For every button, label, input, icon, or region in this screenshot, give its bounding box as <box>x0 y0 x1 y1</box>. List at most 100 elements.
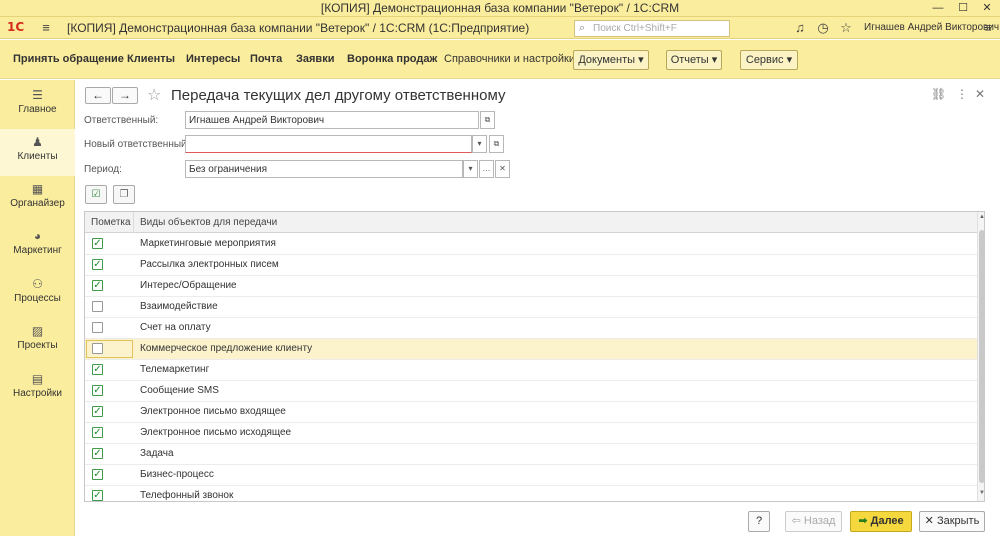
section-mail[interactable]: Почта <box>250 53 282 65</box>
row-label: Счет на оплату <box>140 322 211 333</box>
sidebar-item-marketing[interactable]: ◕ Маркетинг <box>0 223 75 270</box>
section-requests[interactable]: Заявки <box>296 53 334 65</box>
row-checkbox[interactable] <box>92 301 103 312</box>
clients-icon: ♟ <box>32 135 43 149</box>
row-checkbox[interactable]: ✓ <box>92 238 103 249</box>
sidebar-item-clients[interactable]: ♟ Клиенты <box>0 129 75 176</box>
table-scrollbar[interactable]: ▲ ▼ <box>977 212 984 501</box>
row-checkbox[interactable]: ✓ <box>92 427 103 438</box>
sidebar-item-label: Главное <box>18 104 57 115</box>
table-row[interactable]: ✓ Рассылка электронных писем <box>85 255 977 276</box>
sidebar-item-main[interactable]: ☰ Главное <box>0 82 75 129</box>
table-row[interactable]: Коммерческое предложение клиенту <box>85 339 977 360</box>
sidebar: ☰ Главное ♟ Клиенты ▦ Органайзер ◕ Марке… <box>0 80 75 536</box>
back-button-label: Назад <box>803 515 836 527</box>
scroll-up-icon[interactable]: ▲ <box>978 214 984 220</box>
section-accept-request[interactable]: Принять обращение <box>13 53 124 65</box>
service-dropdown[interactable]: Сервис ▾ <box>740 50 798 70</box>
period-field[interactable]: Без ограничения ▾ … ✕ <box>185 160 510 178</box>
close-form-icon[interactable]: ✕ <box>975 87 985 101</box>
more-icon[interactable]: ≡ <box>980 20 996 36</box>
dropdown-chevron-icon[interactable]: ▾ <box>463 160 478 178</box>
current-user[interactable]: Игнашев Андрей Викторович <box>864 22 999 33</box>
next-button[interactable]: ➡ Далее <box>850 511 912 532</box>
link-icon[interactable]: ⛓ <box>931 87 946 101</box>
more-actions-icon[interactable]: ⋮ <box>956 87 968 101</box>
bell-icon[interactable]: ♫ <box>792 20 808 36</box>
section-references[interactable]: Справочники и настройки <box>444 53 575 65</box>
search-icon: ⌕ <box>579 22 586 34</box>
section-clients[interactable]: Клиенты <box>127 53 175 65</box>
close-window-button[interactable]: ✕ <box>976 0 998 16</box>
scroll-down-icon[interactable]: ▼ <box>978 490 984 496</box>
period-label: Период: <box>84 164 122 175</box>
next-button-label: Далее <box>870 515 904 527</box>
sidebar-item-projects[interactable]: ▨ Проекты <box>0 318 75 365</box>
documents-dropdown[interactable]: Документы ▾ <box>573 50 649 70</box>
section-sales-funnel[interactable]: Воронка продаж <box>347 53 437 65</box>
forward-nav-button[interactable]: → <box>112 87 138 104</box>
row-checkbox[interactable]: ✓ <box>92 259 103 270</box>
row-checkbox[interactable]: ✓ <box>92 490 103 501</box>
search-input[interactable]: ⌕ Поиск Ctrl+Shift+F <box>574 20 730 37</box>
help-button[interactable]: ? <box>748 511 770 532</box>
row-checkbox[interactable]: ✓ <box>92 385 103 396</box>
app-title: [КОПИЯ] Демонстрационная база компании "… <box>67 21 530 35</box>
column-header-mark[interactable]: Пометка <box>85 212 134 233</box>
table-row[interactable]: ✓ Электронное письмо исходящее <box>85 423 977 444</box>
row-label: Бизнес-процесс <box>140 469 214 480</box>
sidebar-item-organizer[interactable]: ▦ Органайзер <box>0 176 75 223</box>
section-interests[interactable]: Интересы <box>186 53 240 65</box>
favorite-star-icon[interactable]: ☆ <box>147 85 161 105</box>
ellipsis-icon[interactable]: … <box>479 160 494 178</box>
clear-icon[interactable]: ✕ <box>495 160 510 178</box>
table-row[interactable]: ✓ Маркетинговые мероприятия <box>85 234 977 255</box>
new-responsible-field[interactable]: ▾ ⧉ <box>185 135 504 153</box>
star-icon[interactable]: ☆ <box>838 20 854 36</box>
menu-icon[interactable]: ≡ <box>38 20 54 36</box>
history-icon[interactable]: ◷ <box>815 20 831 36</box>
scrollbar-thumb[interactable] <box>979 230 984 483</box>
check-all-button[interactable]: ☑ <box>85 185 107 204</box>
uncheck-all-button[interactable]: ❐ <box>113 185 135 204</box>
close-button[interactable]: ✕ Закрыть <box>919 511 985 532</box>
responsible-label: Ответственный: <box>84 115 159 126</box>
table-row[interactable]: ✓ Электронное письмо входящее <box>85 402 977 423</box>
table-row[interactable]: ✓ Телемаркетинг <box>85 360 977 381</box>
open-icon[interactable]: ⧉ <box>489 135 504 153</box>
table-row[interactable]: ✓ Телефонный звонок <box>85 486 977 501</box>
sidebar-item-label: Маркетинг <box>13 245 62 256</box>
close-button-label: Закрыть <box>936 515 980 527</box>
row-checkbox[interactable] <box>92 343 103 354</box>
column-header-object-types[interactable]: Виды объектов для передачи <box>134 212 977 233</box>
table-row[interactable]: ✓ Бизнес-процесс <box>85 465 977 486</box>
sidebar-item-processes[interactable]: ⚇ Процессы <box>0 271 75 318</box>
row-checkbox[interactable]: ✓ <box>92 469 103 480</box>
row-checkbox[interactable]: ✓ <box>92 406 103 417</box>
dropdown-chevron-icon[interactable]: ▾ <box>472 135 487 153</box>
responsible-field[interactable]: Игнашев Андрей Викторович ⧉ <box>185 111 495 129</box>
table-row[interactable]: ✓ Задача <box>85 444 977 465</box>
row-label: Рассылка электронных писем <box>140 259 279 270</box>
open-icon[interactable]: ⧉ <box>480 111 495 129</box>
table-row[interactable]: Взаимодействие <box>85 297 977 318</box>
row-checkbox[interactable]: ✓ <box>92 448 103 459</box>
maximize-button[interactable]: ☐ <box>952 0 974 16</box>
row-checkbox[interactable]: ✓ <box>92 364 103 375</box>
row-label: Коммерческое предложение клиенту <box>140 343 313 354</box>
row-checkbox[interactable]: ✓ <box>92 280 103 291</box>
reports-dropdown[interactable]: Отчеты ▾ <box>666 50 722 70</box>
responsible-value: Игнашев Андрей Викторович <box>189 115 325 126</box>
back-nav-button[interactable]: ← <box>85 87 111 104</box>
minimize-button[interactable]: — <box>927 0 949 16</box>
table-row[interactable]: ✓ Интерес/Обращение <box>85 276 977 297</box>
row-checkbox[interactable] <box>92 322 103 333</box>
sidebar-item-label: Органайзер <box>10 198 65 209</box>
arrow-right-icon: ➡ <box>858 515 871 527</box>
table-row[interactable]: ✓ Сообщение SMS <box>85 381 977 402</box>
back-button[interactable]: ⇦ Назад <box>785 511 842 532</box>
sidebar-item-settings[interactable]: ▤ Настройки <box>0 366 75 413</box>
table-row[interactable]: Счет на оплату <box>85 318 977 339</box>
app-logo: 1С <box>7 20 25 34</box>
sidebar-item-label: Проекты <box>17 340 58 351</box>
